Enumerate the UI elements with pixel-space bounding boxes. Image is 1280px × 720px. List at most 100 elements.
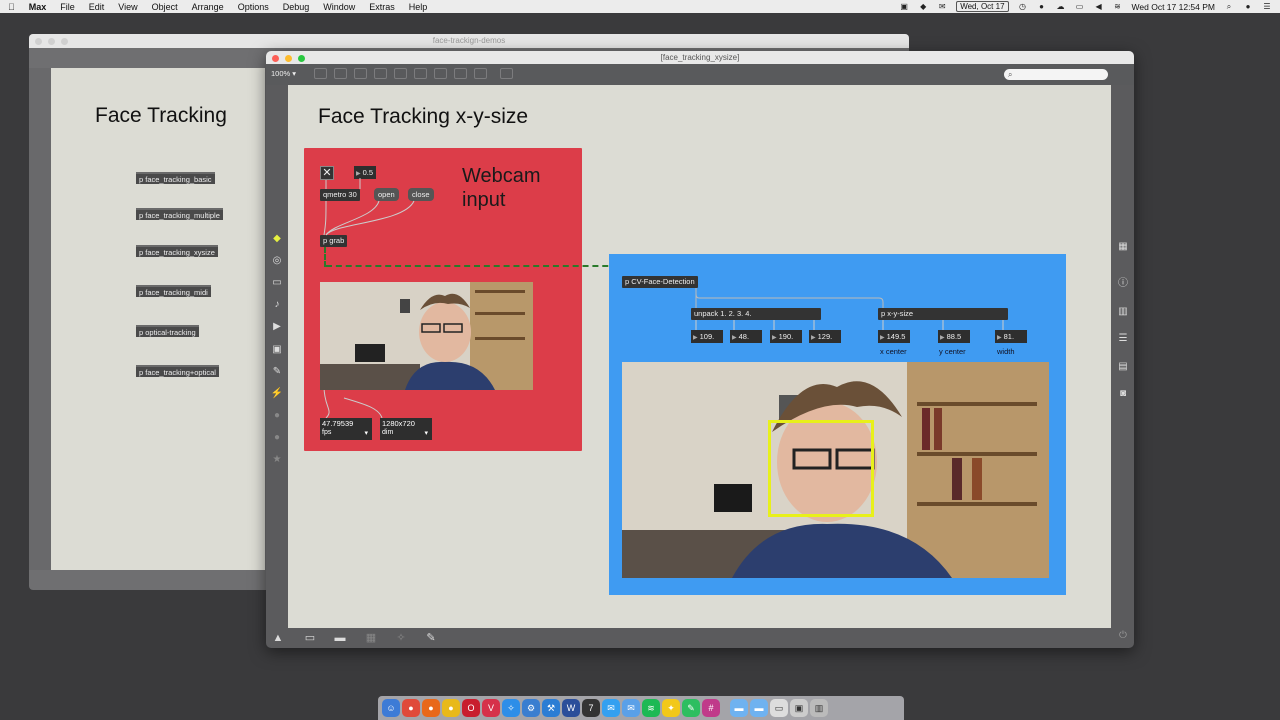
subpatcher-basic[interactable]: p face_tracking_basic (136, 172, 215, 184)
webcam-preview-small[interactable] (320, 282, 533, 390)
star-icon[interactable]: ★ (270, 453, 284, 467)
minimize-button[interactable] (48, 38, 55, 45)
webcam-preview-large[interactable] (622, 362, 1049, 578)
front-patcher-window[interactable]: [face_tracking_xysize] 100% ▾ ⌕ ◆ ◎ ▭ ♪ … (266, 51, 1134, 648)
opera-icon[interactable]: O (462, 699, 480, 717)
zoom-menu[interactable]: 100% ▾ (271, 69, 296, 78)
folder2-icon[interactable]: ▬ (750, 699, 768, 717)
circle-icon[interactable]: ● (270, 409, 284, 423)
back-window-titlebar[interactable]: face-trackign-demos (29, 34, 909, 48)
menu-arrange[interactable]: Arrange (192, 2, 224, 12)
minimize-button[interactable] (285, 55, 292, 62)
list-icon[interactable]: ☰ (1116, 332, 1130, 346)
firefox-icon[interactable]: ● (422, 699, 440, 717)
user-icon[interactable]: ● (1243, 2, 1253, 11)
grid-toggle-icon[interactable]: ▦ (363, 631, 379, 645)
airplay-icon[interactable]: ▭ (1075, 2, 1085, 11)
chrome-canary-icon[interactable]: ● (442, 699, 460, 717)
camera-icon[interactable]: ◙ (1116, 387, 1130, 401)
image-icon[interactable]: ▣ (270, 343, 284, 357)
menu-file[interactable]: File (60, 2, 75, 12)
subpatcher-tracking-optical[interactable]: p face_tracking+optical (136, 365, 219, 377)
cloud-icon[interactable]: ☁ (1056, 2, 1066, 11)
music-icon[interactable]: ♪ (270, 298, 284, 312)
menu-object[interactable]: Object (152, 2, 178, 12)
toolbar-slider-icon[interactable] (434, 68, 447, 79)
presentation-icon[interactable]: ▭ (302, 631, 318, 645)
toolbar-new-object-icon[interactable] (314, 68, 327, 79)
menu-window[interactable]: Window (323, 2, 355, 12)
toolbar-message-icon[interactable] (334, 68, 347, 79)
plug-icon[interactable]: ⚡ (270, 387, 284, 401)
toolbar-number-icon[interactable] (414, 68, 427, 79)
date-badge[interactable]: Wed, Oct 17 (956, 1, 1009, 12)
evernote-icon[interactable]: ✎ (682, 699, 700, 717)
toolbar-comment-icon[interactable] (354, 68, 367, 79)
x-center-value[interactable]: ▶ 149.5 (878, 330, 910, 343)
toolbar-dial-icon[interactable] (454, 68, 467, 79)
dropbox-icon[interactable]: ◆ (918, 2, 928, 11)
spotlight-icon[interactable]: ⌕ (1224, 2, 1234, 11)
target-icon[interactable]: ◎ (270, 254, 284, 268)
power-icon[interactable]: ⏻ (1116, 629, 1130, 643)
volume-icon[interactable]: ◀ (1094, 2, 1104, 11)
status-icon[interactable]: ● (1037, 2, 1047, 11)
time-machine-icon[interactable]: ◷ (1018, 2, 1028, 11)
word-icon[interactable]: W (562, 699, 580, 717)
spotify-icon[interactable]: ≋ (642, 699, 660, 717)
xcode-icon[interactable]: ⚒ (542, 699, 560, 717)
close-button[interactable] (35, 38, 42, 45)
mail-icon[interactable]: ✉ (937, 2, 947, 11)
zoom-button[interactable] (298, 55, 305, 62)
trash-icon[interactable]: ▥ (810, 699, 828, 717)
menu-options[interactable]: Options (238, 2, 269, 12)
slack-icon[interactable]: # (702, 699, 720, 717)
y-center-value[interactable]: ▶ 88.5 (938, 330, 970, 343)
menu-help[interactable]: Help (409, 2, 428, 12)
subpatcher-xysize[interactable]: p face_tracking_xysize (136, 245, 218, 257)
back-patcher-canvas[interactable]: Face Tracking p face_tracking_basic p fa… (51, 68, 265, 570)
menu-debug[interactable]: Debug (283, 2, 310, 12)
book-icon[interactable]: ▥ (1116, 305, 1130, 319)
chrome-icon[interactable]: ● (402, 699, 420, 717)
toolbar-undo-icon[interactable] (500, 68, 513, 79)
wrench-icon[interactable]: ✎ (423, 631, 439, 645)
wifi-icon[interactable]: ≋ (1113, 2, 1123, 11)
preview-icon[interactable]: ▣ (790, 699, 808, 717)
comment-icon[interactable]: ▬ (332, 631, 348, 645)
width-value[interactable]: ▶ 81. (995, 330, 1027, 343)
toolbar-add-icon[interactable] (474, 68, 487, 79)
reference-icon[interactable]: ▤ (1116, 360, 1130, 374)
video-icon[interactable]: ▶ (270, 320, 284, 334)
grid-icon[interactable]: ▦ (1116, 240, 1130, 254)
toolbar-button-icon[interactable] (394, 68, 407, 79)
mail-icon[interactable]: ✉ (622, 699, 640, 717)
search-input[interactable]: ⌕ (1004, 69, 1108, 80)
debug-icon[interactable]: ✧ (393, 631, 409, 645)
messages-icon[interactable]: ✉ (602, 699, 620, 717)
subpatcher-optical[interactable]: p optical-tracking (136, 325, 199, 337)
lock-icon[interactable]: ▲ (270, 631, 286, 645)
finder-icon[interactable]: ☺ (382, 699, 400, 717)
subpatcher-midi[interactable]: p face_tracking_midi (136, 285, 211, 297)
unpack-value-4[interactable]: ▶ 129. (809, 330, 841, 343)
close-button[interactable] (272, 55, 279, 62)
vivaldi-icon[interactable]: V (482, 699, 500, 717)
slider-icon[interactable]: ▭ (270, 276, 284, 290)
menu-extras[interactable]: Extras (369, 2, 395, 12)
paperclip-icon[interactable]: ✎ (270, 365, 284, 379)
package-icon[interactable]: ◆ (270, 232, 284, 246)
safari-icon[interactable]: ✧ (502, 699, 520, 717)
unpack-value-2[interactable]: ▶ 48. (730, 330, 762, 343)
fps-menu[interactable]: fps ▾ (320, 429, 372, 437)
info-icon[interactable]: ⓘ (1116, 277, 1130, 291)
apple-menu-icon[interactable]:  (8, 2, 15, 12)
menu-view[interactable]: View (118, 2, 137, 12)
max-icon[interactable]: 7 (582, 699, 600, 717)
patcher-canvas[interactable]: Face Tracking x-y-size Webcam input ✕ ▶ 0… (288, 85, 1111, 628)
zoom-button[interactable] (61, 38, 68, 45)
front-window-titlebar[interactable]: [face_tracking_xysize] (266, 51, 1134, 64)
subpatcher-multiple[interactable]: p face_tracking_multiple (136, 208, 223, 220)
dim-menu[interactable]: dim ▾ (380, 429, 432, 437)
screen-record-icon[interactable]: ▣ (899, 2, 909, 11)
